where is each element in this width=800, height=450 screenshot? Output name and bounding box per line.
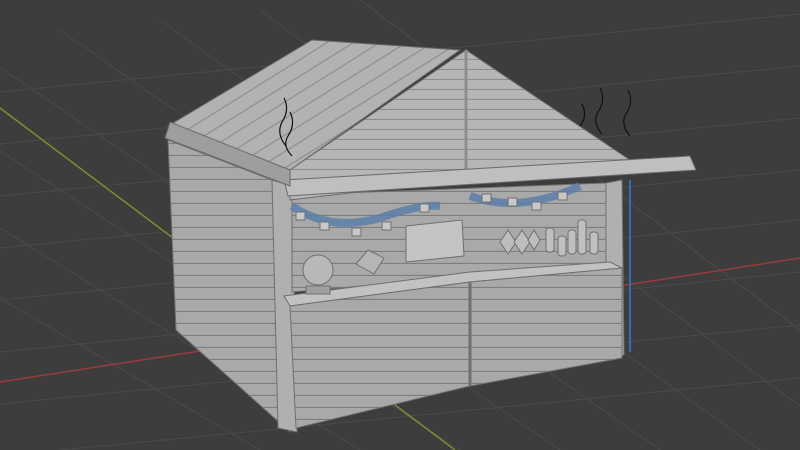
crystal-ornaments bbox=[499, 229, 541, 255]
viewport-canvas[interactable] bbox=[0, 0, 800, 450]
market-stall-model[interactable] bbox=[164, 39, 697, 434]
globe-ornament bbox=[302, 254, 334, 286]
globe-base bbox=[305, 285, 331, 295]
3d-viewport[interactable] bbox=[0, 0, 800, 450]
sign-board bbox=[405, 219, 465, 263]
